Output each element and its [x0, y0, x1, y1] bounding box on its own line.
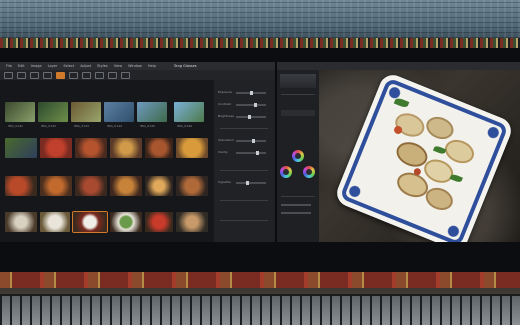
histogram	[280, 74, 316, 88]
divider	[220, 170, 268, 171]
thumbnail-caption: IMG_0144	[107, 124, 122, 128]
menu-window[interactable]: Window	[128, 64, 142, 68]
adjust-label-exposure: Exposure	[218, 90, 232, 94]
color-wheel-highlights[interactable]	[303, 166, 315, 178]
redo-icon[interactable]	[43, 71, 52, 79]
thumbnail[interactable]	[110, 176, 142, 196]
tools-panel	[277, 70, 319, 242]
thumbnail-caption: IMG_0145	[140, 124, 155, 128]
adjust-label-brightness: Brightness	[218, 114, 234, 118]
adjustments-panel: Exposure Contrast Brightness Saturation …	[214, 80, 275, 242]
app-window: File Edit Image Layer Select Adjust Styl…	[0, 62, 520, 242]
color-wheel-midtones[interactable]	[292, 150, 304, 162]
thumbnail[interactable]	[110, 138, 142, 158]
brightness-slider[interactable]	[236, 115, 266, 119]
color-wheel-shadows[interactable]	[280, 166, 292, 178]
thumbnail[interactable]	[71, 102, 101, 122]
thumbnail-caption: IMG_0141	[8, 124, 23, 128]
thumbnail-selected[interactable]	[73, 212, 107, 232]
background-railing	[0, 296, 520, 325]
menu-file[interactable]: File	[6, 64, 12, 68]
clarity-slider[interactable]	[236, 151, 266, 155]
background-decorative-panels	[0, 272, 520, 288]
exposure-slider[interactable]	[236, 91, 266, 95]
thumbnail[interactable]	[75, 138, 107, 158]
list-view-icon[interactable]	[95, 71, 104, 79]
thumbnail[interactable]	[176, 212, 208, 232]
thumbnail[interactable]	[145, 138, 173, 158]
thumbnail-browser: IMG_0141 IMG_0142 IMG_0143 IMG_0144 IMG_…	[0, 80, 214, 242]
tone-row[interactable]	[281, 110, 315, 116]
menu-view[interactable]: View	[114, 64, 122, 68]
menu-adjust[interactable]: Adjust	[80, 64, 91, 68]
divider	[220, 128, 268, 129]
app-title: Tang Glasses	[173, 64, 197, 68]
saturation-slider[interactable]	[236, 139, 266, 143]
thumbnail[interactable]	[176, 138, 208, 158]
thumbnail[interactable]	[110, 212, 142, 232]
menu-layer[interactable]: Layer	[48, 64, 58, 68]
photo-clam	[422, 112, 457, 143]
divider	[281, 196, 315, 197]
menu-select[interactable]: Select	[63, 64, 74, 68]
menu-edit[interactable]: Edit	[18, 64, 25, 68]
settings-icon[interactable]	[121, 71, 130, 79]
brush-tool-icon[interactable]	[69, 71, 78, 79]
adjust-label-saturation: Saturation	[218, 138, 234, 142]
thumbnail[interactable]	[145, 176, 173, 196]
import-icon[interactable]	[4, 71, 13, 79]
thumbnail[interactable]	[137, 102, 167, 122]
thumbnail[interactable]	[40, 138, 72, 158]
thumbnail[interactable]	[5, 138, 37, 158]
thumbnail[interactable]	[5, 212, 37, 232]
background-eaves	[0, 38, 520, 48]
export-icon[interactable]	[17, 71, 26, 79]
photo-herb	[393, 96, 410, 109]
menu-bar: File Edit Image Layer Select Adjust Styl…	[0, 62, 520, 70]
thumbnail[interactable]	[145, 212, 173, 232]
photo-herb	[449, 173, 463, 184]
adjust-label-contrast: Contrast	[218, 102, 231, 106]
thumbnail-caption: IMG_0146	[177, 124, 192, 128]
thumbnail[interactable]	[75, 176, 107, 196]
thumbnail-caption: IMG_0143	[74, 124, 89, 128]
vignette-slider[interactable]	[236, 181, 266, 185]
thumbnail[interactable]	[40, 176, 72, 196]
adjust-label-clarity: Clarity	[218, 150, 228, 154]
thumbnail[interactable]	[40, 212, 70, 232]
thumbnail[interactable]	[104, 102, 134, 122]
thumbnail-caption: IMG_0142	[41, 124, 56, 128]
adjust-label-vignette: Vignette	[218, 180, 231, 184]
divider	[281, 94, 315, 95]
slider[interactable]	[281, 204, 311, 206]
divider	[220, 220, 268, 221]
crop-tool-icon[interactable]	[56, 71, 65, 79]
menu-image[interactable]: Image	[31, 64, 42, 68]
slider[interactable]	[281, 212, 311, 214]
thumbnail[interactable]	[176, 176, 208, 196]
thumbnail[interactable]	[38, 102, 68, 122]
thumbnail[interactable]	[174, 102, 204, 122]
toolbar	[0, 70, 275, 80]
menu-help[interactable]: Help	[148, 64, 156, 68]
image-viewer[interactable]	[319, 70, 520, 242]
divider	[220, 200, 268, 201]
menu-styles[interactable]: Styles	[97, 64, 108, 68]
contrast-slider[interactable]	[236, 103, 266, 107]
thumbnail[interactable]	[5, 176, 37, 196]
undo-icon[interactable]	[30, 71, 39, 79]
compare-icon[interactable]	[108, 71, 117, 79]
thumbnail[interactable]	[5, 102, 35, 122]
grid-view-icon[interactable]	[82, 71, 91, 79]
